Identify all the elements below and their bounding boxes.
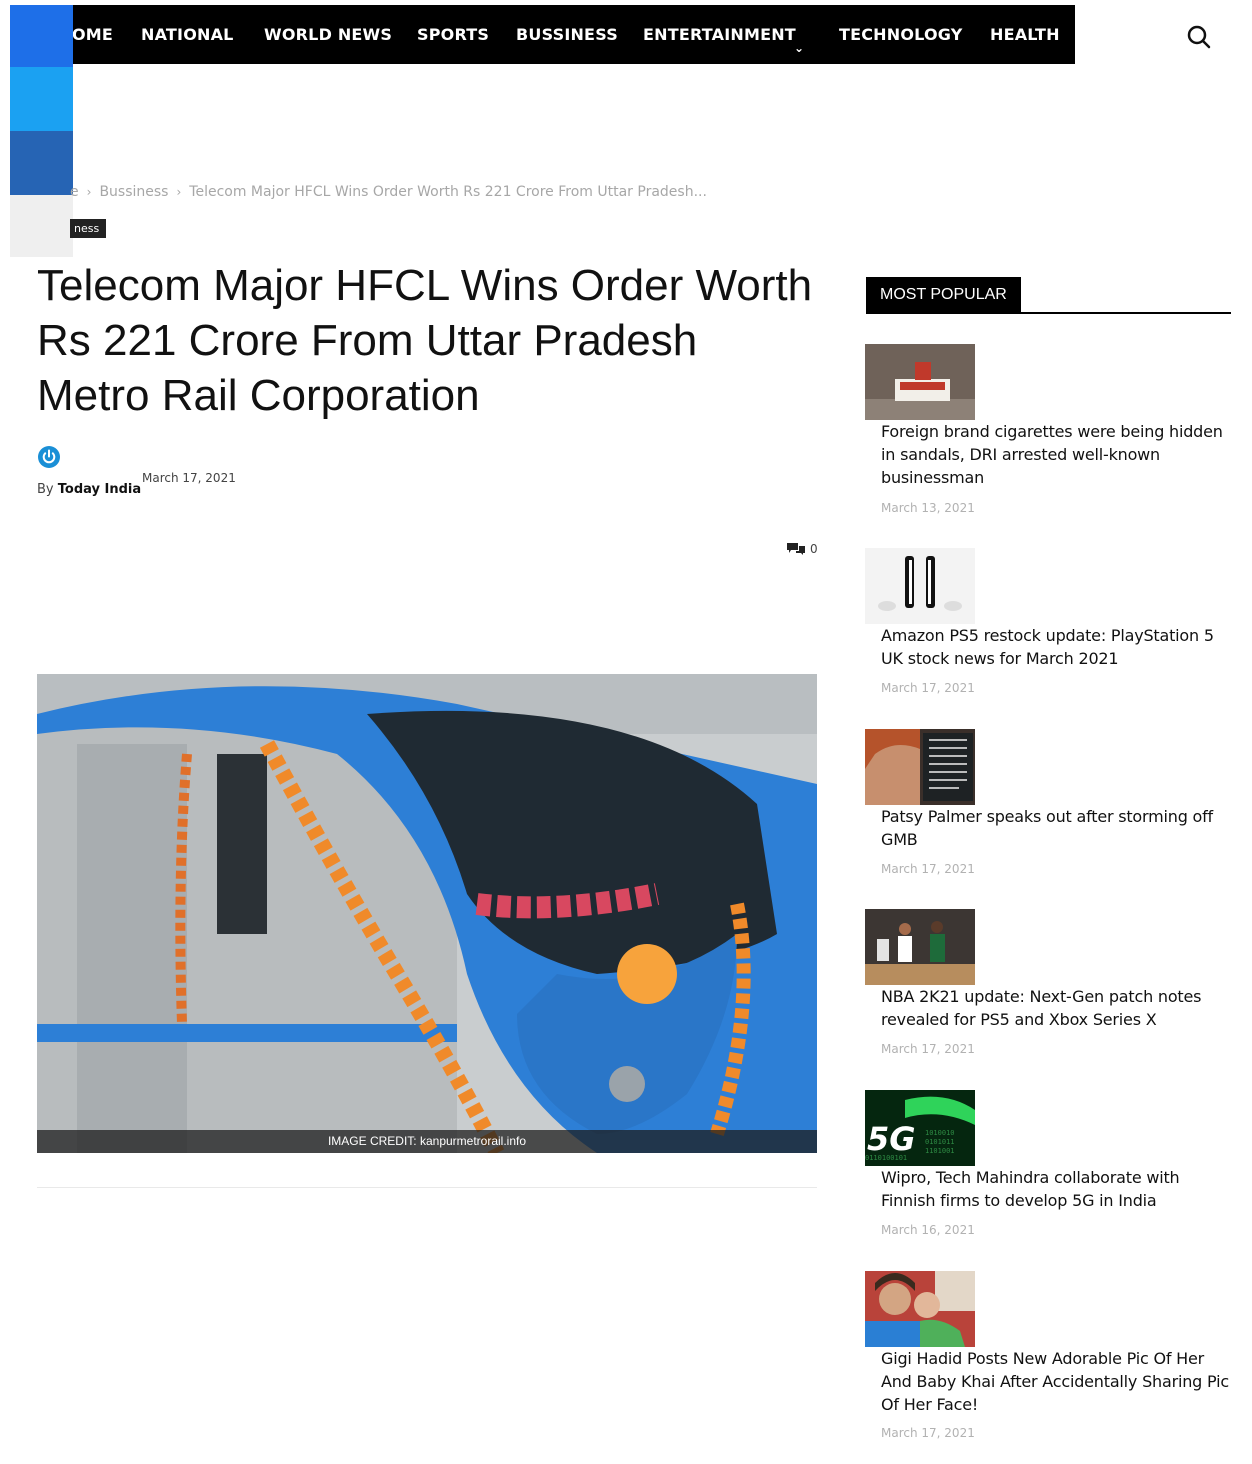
article-date: March 17, 2021 xyxy=(142,471,236,485)
by-label: By xyxy=(37,482,54,497)
main-navbar: OME NATIONAL WORLD NEWS SPORTS BUSSINESS… xyxy=(10,5,1075,64)
breadcrumb-separator: › xyxy=(176,185,182,199)
popular-item-thumbnail[interactable] xyxy=(865,729,975,805)
power-icon[interactable] xyxy=(37,445,61,469)
popular-item-date: March 17, 2021 xyxy=(881,681,975,695)
nav-item-technology[interactable]: TECHNOLOGY xyxy=(839,5,963,64)
breadcrumb-current: Telecom Major HFCL Wins Order Worth Rs 2… xyxy=(189,184,707,200)
nav-item-world-news[interactable]: WORLD NEWS xyxy=(264,5,392,64)
popular-item-thumbnail[interactable] xyxy=(865,548,975,624)
breadcrumb-separator: › xyxy=(86,185,92,199)
popular-item-title[interactable]: Patsy Palmer speaks out after storming o… xyxy=(881,805,1231,851)
popular-item-title[interactable]: Wipro, Tech Mahindra collaborate with Fi… xyxy=(881,1166,1231,1212)
popular-item-date: March 17, 2021 xyxy=(881,1042,975,1056)
svg-text:1101001: 1101001 xyxy=(925,1147,955,1155)
nav-item-home[interactable]: OME xyxy=(72,5,113,64)
featured-image: IMAGE CREDIT: kanpurmetrorail.info xyxy=(37,674,817,1153)
popular-item-title[interactable]: Foreign brand cigarettes were being hidd… xyxy=(881,420,1231,489)
breadcrumb-category[interactable]: Bussiness xyxy=(99,184,168,200)
content-divider xyxy=(37,1187,817,1188)
share-facebook-button[interactable] xyxy=(10,5,73,67)
breadcrumb: e › Bussiness › Telecom Major HFCL Wins Orde… xyxy=(70,184,707,200)
image-credit: IMAGE CREDIT: kanpurmetrorail.info xyxy=(37,1130,817,1153)
svg-text:0101011: 0101011 xyxy=(925,1138,955,1146)
popular-item-title[interactable]: Gigi Hadid Posts New Adorable Pic Of Her… xyxy=(881,1347,1231,1416)
popular-item-date: March 13, 2021 xyxy=(881,501,975,515)
breadcrumb-home[interactable]: e xyxy=(70,184,79,200)
most-popular-header: MOST POPULAR xyxy=(866,277,1231,314)
nav-item-national[interactable]: NATIONAL xyxy=(141,5,234,64)
popular-item-title[interactable]: Amazon PS5 restock update: PlayStation 5… xyxy=(881,624,1231,670)
share-more-button[interactable] xyxy=(10,195,73,257)
share-twitter-button[interactable] xyxy=(10,67,73,131)
nav-item-health[interactable]: HEALTH xyxy=(990,5,1060,64)
comments-link[interactable]: 0 xyxy=(787,542,818,556)
popular-item-thumbnail[interactable] xyxy=(865,1271,975,1347)
popular-item-date: March 17, 2021 xyxy=(881,862,975,876)
comment-icon xyxy=(787,543,805,555)
author-link[interactable]: Today India xyxy=(58,482,141,497)
share-linkedin-button[interactable] xyxy=(10,131,73,195)
most-popular-heading: MOST POPULAR xyxy=(866,277,1021,312)
svg-text:1010010: 1010010 xyxy=(925,1129,955,1137)
comments-count: 0 xyxy=(810,542,818,556)
popular-item-thumbnail[interactable] xyxy=(865,344,975,420)
svg-text:5G: 5G xyxy=(867,1120,916,1158)
article-title: Telecom Major HFCL Wins Order Worth Rs 2… xyxy=(37,261,813,420)
popular-item-thumbnail[interactable] xyxy=(865,909,975,985)
popular-item-title[interactable]: NBA 2K21 update: Next-Gen patch notes re… xyxy=(881,985,1231,1031)
popular-item-date: March 17, 2021 xyxy=(881,1426,975,1440)
byline: By Today India xyxy=(37,482,141,497)
category-badge[interactable]: ness xyxy=(70,219,107,238)
nav-item-sports[interactable]: SPORTS xyxy=(417,5,489,64)
search-icon[interactable] xyxy=(1186,24,1212,50)
metro-train-illustration xyxy=(37,674,817,1153)
popular-item-date: March 16, 2021 xyxy=(881,1223,975,1237)
nav-item-entertainment[interactable]: ENTERTAINMENT xyxy=(643,5,796,64)
popular-item-thumbnail[interactable]: 1010010 0101011 1101001 0110100101 5G xyxy=(865,1090,975,1166)
nav-item-bussiness[interactable]: BUSSINESS xyxy=(516,5,618,64)
chevron-down-icon: ⌄ xyxy=(794,41,805,55)
